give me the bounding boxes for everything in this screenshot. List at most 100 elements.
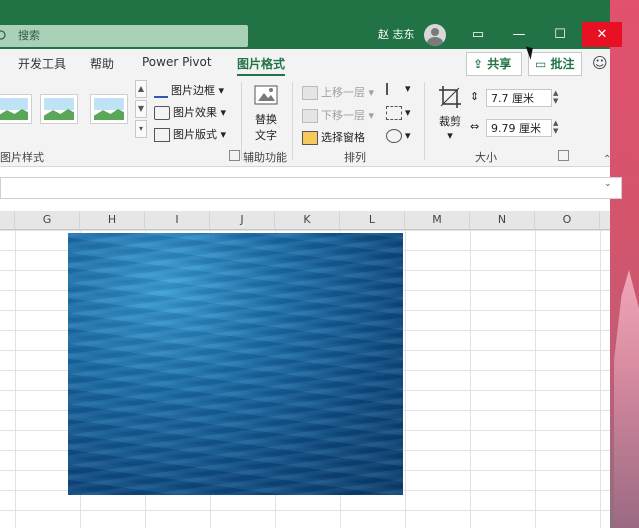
formula-input[interactable] bbox=[0, 177, 622, 199]
search-input[interactable]: 搜索 bbox=[0, 25, 248, 47]
width-spinner[interactable]: ▲ ▼ bbox=[553, 119, 562, 135]
group-objects-button[interactable]: ▾ bbox=[386, 106, 411, 120]
dialog-launcher-icon[interactable] bbox=[229, 150, 240, 161]
bring-forward-icon bbox=[302, 86, 318, 100]
effects-icon bbox=[154, 106, 170, 120]
tab-developer[interactable]: 开发工具 bbox=[18, 55, 66, 72]
picture-layout-label: 图片版式 ▾ bbox=[173, 128, 227, 141]
send-backward-button[interactable]: 下移一层 ▾ bbox=[302, 107, 374, 123]
group-label-size: 大小 bbox=[475, 151, 497, 164]
comment-button[interactable]: ▭ 批注 bbox=[528, 52, 582, 76]
ribbon-display-options-button[interactable]: ▭ bbox=[458, 22, 498, 47]
maximize-button[interactable]: ☐ bbox=[540, 22, 580, 47]
ribbon-separator bbox=[292, 82, 293, 160]
crop-icon bbox=[439, 86, 461, 108]
picture-style-thumbnail[interactable] bbox=[90, 94, 128, 124]
feedback-smiley-icon[interactable]: ☺ bbox=[592, 54, 608, 72]
share-icon: ⇪ bbox=[473, 57, 484, 71]
alt-text-icon bbox=[254, 85, 278, 105]
picture-border-label: 图片边框 ▾ bbox=[171, 84, 225, 97]
search-placeholder: 搜索 bbox=[18, 29, 40, 42]
column-header-o[interactable]: O bbox=[535, 211, 600, 229]
group-label-picture-styles: 图片样式 bbox=[0, 151, 44, 164]
rotate-button[interactable]: ▾ bbox=[386, 129, 411, 143]
close-icon: ✕ bbox=[596, 27, 608, 42]
column-headers: G H I J K L M N O bbox=[0, 211, 610, 230]
styles-gallery-scroll[interactable]: ▲ ▼ ▾ bbox=[135, 80, 147, 138]
column-header-n[interactable]: N bbox=[470, 211, 535, 229]
crop-button[interactable]: 裁剪 ▾ bbox=[434, 84, 466, 142]
width-icon: ⇔ bbox=[470, 120, 480, 133]
ribbon: ▲ ▼ ▾ 图片边框 ▾ 图片效果 ▾ 图片版式 ▾ 图片样式 替换 文字 辅助… bbox=[0, 76, 611, 167]
width-input[interactable]: 9.79 厘米 bbox=[486, 119, 552, 137]
column-header-l[interactable]: L bbox=[340, 211, 405, 229]
comment-label: 批注 bbox=[550, 57, 575, 71]
send-backward-icon bbox=[302, 109, 318, 123]
ribbon-display-icon: ▭ bbox=[471, 27, 485, 42]
height-icon: ⇕ bbox=[470, 90, 480, 103]
alt-text-line1: 替换 bbox=[255, 113, 277, 126]
minimize-button[interactable]: — bbox=[499, 22, 539, 47]
bring-forward-label: 上移一层 bbox=[321, 86, 365, 99]
picture-effects-label: 图片效果 ▾ bbox=[173, 106, 227, 119]
tab-help[interactable]: 帮助 bbox=[90, 55, 114, 72]
column-header-i[interactable]: I bbox=[145, 211, 210, 229]
group-label-accessibility: 辅助功能 bbox=[243, 151, 287, 164]
align-button[interactable]: ▾ bbox=[386, 82, 411, 95]
ribbon-separator bbox=[241, 82, 242, 160]
alt-text-button[interactable]: 替换 文字 bbox=[250, 84, 282, 143]
avatar[interactable] bbox=[424, 24, 446, 46]
bring-forward-button[interactable]: 上移一层 ▾ bbox=[302, 84, 374, 100]
ocean-picture[interactable] bbox=[68, 233, 403, 495]
tab-picture-format[interactable]: 图片格式 bbox=[237, 55, 286, 76]
selection-pane-icon bbox=[302, 131, 318, 145]
search-icon bbox=[0, 30, 6, 40]
gallery-down-icon[interactable]: ▼ bbox=[135, 100, 147, 118]
close-button[interactable]: ✕ bbox=[582, 22, 622, 47]
column-header-partial[interactable] bbox=[0, 211, 15, 229]
picture-effects-button[interactable]: 图片效果 ▾ bbox=[154, 104, 226, 120]
group-label-arrange: 排列 bbox=[344, 151, 366, 164]
alt-text-line2: 文字 bbox=[255, 129, 277, 142]
selection-pane-button[interactable]: 选择窗格 bbox=[302, 129, 365, 145]
height-input[interactable]: 7.7 厘米 bbox=[486, 89, 552, 107]
column-header-k[interactable]: K bbox=[275, 211, 340, 229]
column-header-h[interactable]: H bbox=[80, 211, 145, 229]
share-label: 共享 bbox=[487, 57, 512, 71]
send-backward-label: 下移一层 bbox=[321, 109, 365, 122]
formula-bar: ⌄ bbox=[0, 167, 622, 205]
width-value: 9.79 厘米 bbox=[491, 122, 541, 135]
minimize-icon: — bbox=[512, 27, 526, 42]
picture-border-button[interactable]: 图片边框 ▾ bbox=[154, 82, 224, 98]
ribbon-separator bbox=[424, 82, 425, 160]
maximize-icon: ☐ bbox=[554, 27, 566, 42]
comment-icon: ▭ bbox=[535, 57, 547, 71]
layout-icon bbox=[154, 128, 170, 142]
size-dialog-launcher-icon[interactable] bbox=[558, 150, 569, 161]
expand-formula-bar-icon[interactable]: ⌄ bbox=[604, 179, 612, 189]
tab-power-pivot[interactable]: Power Pivot bbox=[142, 55, 212, 69]
user-name[interactable]: 赵 志东 bbox=[378, 26, 415, 42]
share-button[interactable]: ⇪ 共享 bbox=[466, 52, 522, 76]
gallery-more-icon[interactable]: ▾ bbox=[135, 120, 147, 138]
height-value: 7.7 厘米 bbox=[491, 92, 534, 105]
picture-layout-button[interactable]: 图片版式 ▾ bbox=[154, 126, 226, 142]
selection-pane-label: 选择窗格 bbox=[321, 131, 365, 144]
gallery-up-icon[interactable]: ▲ bbox=[135, 80, 147, 98]
height-spinner[interactable]: ▲ ▼ bbox=[553, 89, 562, 105]
column-header-g[interactable]: G bbox=[15, 211, 80, 229]
column-header-j[interactable]: J bbox=[210, 211, 275, 229]
group-icon bbox=[386, 106, 402, 120]
crop-dropdown-icon: ▾ bbox=[447, 129, 453, 142]
collapse-ribbon-icon[interactable]: ⌃ bbox=[603, 154, 611, 165]
ribbon-tabs: 开发工具 帮助 Power Pivot 图片格式 ⇪ 共享 ▭ 批注 ☺ bbox=[0, 49, 610, 76]
column-header-m[interactable]: M bbox=[405, 211, 470, 229]
align-icon bbox=[386, 83, 402, 95]
picture-style-thumbnail[interactable] bbox=[0, 94, 32, 124]
crop-label: 裁剪 bbox=[439, 115, 461, 128]
title-bar: 搜索 赵 志东 ▭ — ☐ ✕ bbox=[0, 0, 622, 49]
excel-window: 搜索 赵 志东 ▭ — ☐ ✕ 开发工具 帮助 Power Pivot 图片格式… bbox=[0, 0, 622, 528]
pen-icon bbox=[154, 84, 168, 98]
picture-style-thumbnail[interactable] bbox=[40, 94, 78, 124]
rotate-icon bbox=[386, 129, 402, 143]
